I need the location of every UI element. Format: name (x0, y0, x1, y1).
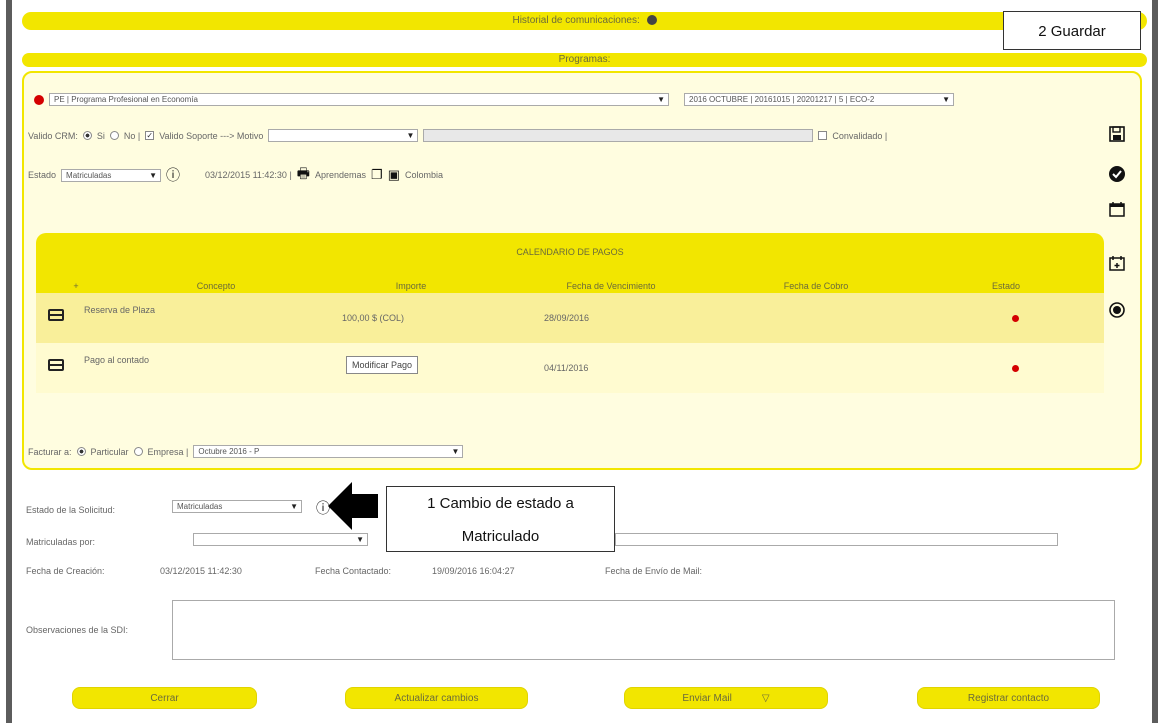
chevron-down-icon[interactable]: ▽ (762, 693, 770, 704)
matriculadas-por-text[interactable] (615, 533, 1058, 546)
fecha-envio-label: Fecha de Envío de Mail: (605, 566, 703, 576)
enviar-mail-button[interactable]: Enviar Mail ▽ (624, 687, 828, 709)
facturar-select[interactable]: Octubre 2016 - P ▼ (193, 445, 464, 458)
registrar-button[interactable]: Registrar contacto (917, 687, 1100, 709)
save-icon[interactable] (1108, 126, 1126, 144)
programas-label: Programas: (558, 54, 611, 65)
empresa-label: Empresa | (147, 446, 189, 457)
concepto-cell: Pago al contado (84, 355, 150, 365)
fecha-creacion-label: Fecha de Creación: (26, 566, 105, 576)
particular-radio[interactable] (76, 447, 86, 456)
col-estado: Estado (991, 281, 1021, 291)
modificar-pago-button[interactable]: Modificar Pago (346, 356, 419, 374)
program-select[interactable]: PE | Programa Profesional en Economía ▼ (49, 93, 669, 106)
vencimiento-cell: 28/09/2016 (544, 313, 590, 323)
image-icon[interactable]: ▣ (388, 167, 400, 183)
col-cobro: Fecha de Cobro (783, 281, 849, 291)
matriculadas-por-select[interactable]: ▼ (193, 533, 368, 546)
estado-select[interactable]: Matriculadas ▼ (61, 168, 162, 182)
period-select[interactable]: 2016 OCTUBRE | 20161015 | 20201217 | 5 |… (684, 93, 954, 106)
guardar-callout: 2 Guardar (1003, 11, 1141, 50)
historial-label: Historial de comunicaciones: (512, 15, 640, 26)
matriculadas-por-label: Matriculadas por: (26, 537, 96, 547)
status-dot (1012, 365, 1019, 372)
program-panel: PE | Programa Profesional en Economía ▼ 2… (22, 71, 1142, 470)
crm-no-radio[interactable] (109, 131, 119, 140)
estado-solicitud-select[interactable]: Matriculadas ▼ (172, 500, 302, 513)
valido-soporte-label: Valido Soporte ---> Motivo (159, 130, 264, 141)
col-concepto: Concepto (196, 281, 236, 291)
calendar-icon[interactable] (1108, 201, 1126, 219)
check-circle-icon[interactable] (1108, 166, 1126, 184)
concepto-cell: Reserva de Plaza (84, 305, 156, 315)
convalidado-label: Convalidado | (832, 130, 888, 141)
col-importe: Importe (395, 281, 427, 291)
observaciones-label: Observaciones de la SDI: (26, 625, 129, 635)
observaciones-textarea[interactable] (172, 600, 1115, 660)
valido-soporte-checkbox[interactable]: ✓ (145, 131, 155, 140)
country-label: Colombia (404, 170, 444, 180)
crm-si-radio[interactable] (82, 131, 92, 140)
motivo-text[interactable] (423, 129, 814, 142)
cerrar-button[interactable]: Cerrar (72, 687, 257, 709)
calendar-add-icon[interactable] (1108, 255, 1126, 273)
col-add[interactable]: + (36, 281, 116, 291)
copy-icon[interactable]: ❐ (371, 167, 383, 183)
vencimiento-cell: 04/11/2016 (544, 363, 589, 373)
close-circle-icon[interactable] (1108, 302, 1126, 320)
facturar-label: Facturar a: (28, 446, 72, 457)
fecha-contactado-label: Fecha Contactado: (315, 566, 392, 576)
cambio-callout: 1 Cambio de estado a Matriculado (386, 486, 615, 552)
expand-icon[interactable] (646, 15, 657, 26)
valido-crm-label: Valido CRM: (28, 130, 78, 141)
status-dot (34, 94, 44, 105)
particular-label: Particular (90, 446, 129, 457)
col-vencimiento: Fecha de Vencimiento (566, 281, 656, 291)
convalidado-checkbox[interactable] (818, 131, 828, 140)
estado-label: Estado (28, 170, 57, 180)
timestamp: 03/12/2015 11:42:30 | (205, 170, 292, 180)
printer-icon[interactable]: 🖶 (297, 163, 310, 187)
aprendemas-label: Aprendemas (315, 170, 367, 180)
table-row[interactable]: Reserva de Plaza 100,00 $ (COL) 28/09/20… (36, 293, 1104, 343)
si-label: Si (96, 130, 105, 141)
status-dot (1012, 315, 1019, 322)
historial-bar[interactable]: Historial de comunicaciones: (22, 12, 1147, 30)
lock-icon[interactable]: ⓘ (166, 165, 180, 185)
fecha-contactado-value: 19/09/2016 16:04:27 (432, 566, 515, 576)
table-row[interactable]: Pago al contado Modificar Pago 04/11/201… (36, 343, 1104, 393)
programas-bar: Programas: (22, 53, 1147, 67)
arrow-left-icon (328, 482, 378, 530)
payment-calendar: CALENDARIO DE PAGOS + Concepto Importe F… (36, 233, 1104, 413)
actualizar-button[interactable]: Actualizar cambios (345, 687, 528, 709)
motivo-select[interactable]: ▼ (268, 129, 419, 142)
fecha-creacion-value: 03/12/2015 11:42:30 (160, 566, 242, 576)
card-icon[interactable] (48, 359, 64, 371)
calendar-title: CALENDARIO DE PAGOS (516, 247, 624, 257)
no-label: No | (123, 130, 141, 141)
estado-solicitud-label: Estado de la Solicitud: (26, 505, 116, 515)
importe-cell: 100,00 $ (COL) (342, 313, 405, 323)
empresa-radio[interactable] (133, 447, 143, 456)
card-icon[interactable] (48, 309, 64, 321)
